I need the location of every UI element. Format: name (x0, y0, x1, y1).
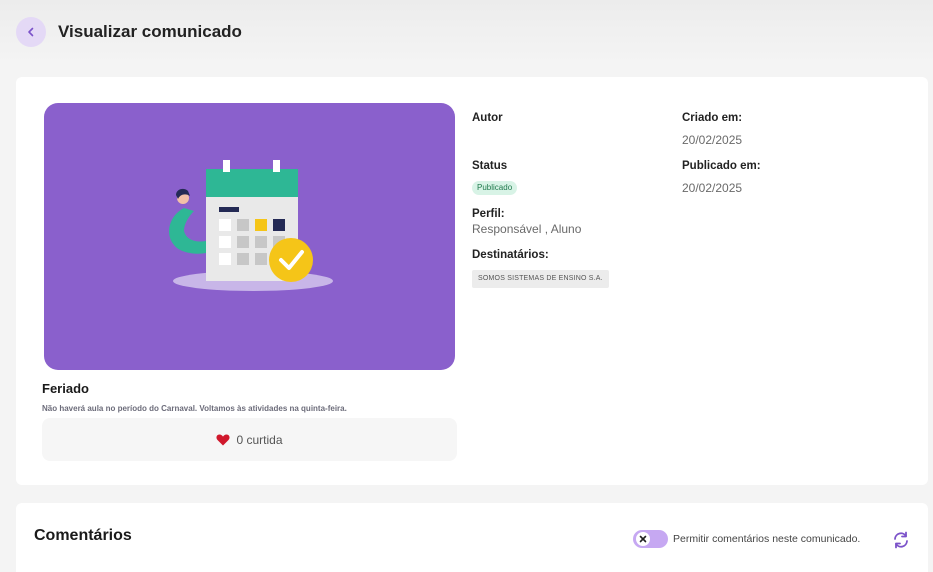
chevron-left-icon (28, 27, 34, 37)
published-value: 20/02/2025 (682, 181, 743, 195)
back-button[interactable] (16, 17, 46, 47)
allow-comments-label: Permitir comentários neste comunicado. (673, 533, 861, 545)
profile-label: Perfil: (472, 208, 505, 220)
comments-title: Comentários (34, 527, 132, 544)
status-label: Status (472, 160, 508, 172)
comments-section: Comentários Permitir comentários neste c… (16, 503, 928, 572)
refresh-button[interactable] (891, 530, 911, 550)
announcement-title: Feriado (42, 381, 89, 396)
toggle-knob (636, 532, 650, 546)
author-label: Autor (472, 112, 503, 124)
calendar-illustration (169, 160, 333, 291)
like-button[interactable]: 0 curtida (42, 418, 457, 461)
allow-comments-toggle[interactable] (633, 530, 668, 548)
page-title: Visualizar comunicado (58, 22, 242, 41)
likes-count: 0 curtida (236, 432, 283, 447)
announcement-image (44, 103, 455, 370)
heart-icon (216, 434, 231, 445)
announcement-card: Feriado Não haverá aula no período do Ca… (16, 77, 928, 485)
announcement-description: Não haverá aula no período do Carnaval. … (42, 404, 347, 413)
created-label: Criado em: (682, 112, 743, 124)
status-badge: Publicado (472, 181, 518, 195)
created-value: 20/02/2025 (682, 133, 743, 147)
close-icon (639, 535, 647, 543)
published-label: Publicado em: (682, 160, 761, 172)
recipients-label: Destinatários: (472, 249, 549, 261)
page-header: Visualizar comunicado (0, 0, 933, 64)
refresh-icon (894, 531, 908, 549)
recipient-badge: SOMOS SISTEMAS DE ENSINO S.A. (472, 270, 609, 288)
profile-value: Responsável , Aluno (472, 222, 582, 236)
